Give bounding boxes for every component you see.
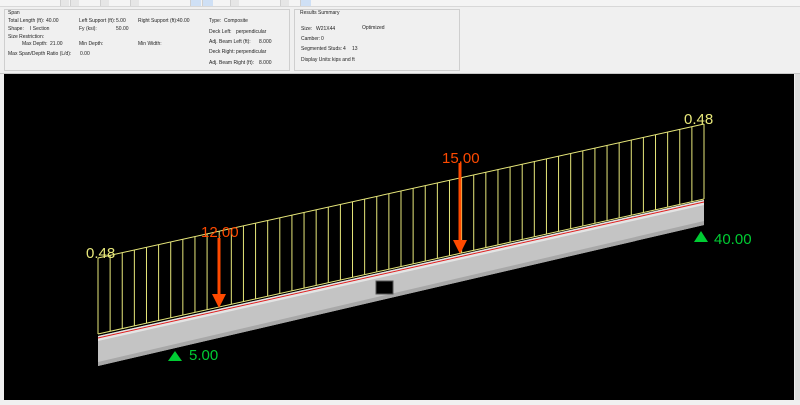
deck-left-value: perpendicular — [236, 29, 267, 35]
toolbar-button-view-1[interactable] — [190, 0, 201, 6]
max-depth-value: 21.00 — [50, 41, 63, 47]
segmented-studs-value-b: 13 — [352, 46, 358, 52]
camber-label: Camber: — [301, 36, 321, 42]
adj-beam-right-label: Adj. Beam Right (ft): — [209, 60, 255, 66]
deck-right-value: perpendicular — [236, 49, 267, 55]
toolbar-button-view-2[interactable] — [202, 0, 213, 6]
optimized-status: Optimized — [362, 25, 385, 31]
toolbar-button[interactable] — [100, 0, 109, 6]
web-opening — [375, 280, 394, 295]
support-left-label: 5.00 — [189, 347, 218, 364]
toolbar-button[interactable] — [130, 0, 139, 6]
fy-label: Fy (ksi): — [79, 26, 97, 32]
segmented-studs-value-a: 4 — [343, 46, 346, 52]
distributed-load-right-label: 0.48 — [684, 111, 713, 128]
support-right-icon — [694, 231, 708, 242]
max-span-depth-label: Max Span/Depth Ratio (L/d): — [8, 51, 72, 57]
fy-value: 50.00 — [116, 26, 129, 32]
min-depth-label: Min Depth: — [79, 41, 104, 47]
shape-value: I Section — [30, 26, 50, 32]
support-left-icon — [168, 351, 182, 361]
toolbar-button[interactable] — [280, 0, 289, 6]
type-label: Type: — [209, 18, 222, 24]
point-load-1-arrow — [212, 238, 226, 308]
adj-beam-right-value: 8.000 — [259, 60, 272, 66]
results-group-title: Results Summary — [300, 10, 340, 16]
shape-label: Shape: — [8, 26, 24, 32]
properties-panel: Span Total Length (ft): 40.00 Shape: I S… — [0, 7, 800, 74]
deck-left-label: Deck Left: — [209, 29, 232, 35]
right-support-value: 40.00 — [177, 18, 190, 24]
left-support-value: 5.00 — [116, 18, 126, 24]
beam-diagram-viewport[interactable]: 0.48 0.48 12.00 15.00 5.00 40.00 — [4, 74, 794, 400]
beam-diagram[interactable]: 0.48 0.48 12.00 15.00 5.00 40.00 — [4, 74, 794, 400]
segmented-studs-label: Segmented Studs: — [301, 46, 343, 52]
type-value: Composite — [224, 18, 248, 24]
total-length-value: 40.00 — [46, 18, 59, 24]
max-depth-label: Max Depth: — [22, 41, 48, 47]
adj-beam-left-label: Adj. Beam Left (ft): — [209, 39, 251, 45]
max-span-depth-value: 0.00 — [80, 51, 90, 57]
distributed-load-left-label: 0.48 — [86, 245, 115, 262]
deck-right-label: Deck Right: — [209, 49, 235, 55]
toolbar-button[interactable] — [230, 0, 239, 6]
vertical-scrollbar[interactable] — [795, 74, 800, 400]
span-group-title: Span — [8, 10, 20, 16]
display-units-label: Display Units: — [301, 57, 332, 63]
camber-value: 0 — [321, 36, 324, 42]
size-value: W21X44 — [316, 26, 336, 32]
point-load-2-label: 15.00 — [442, 150, 480, 167]
point-load-1-label: 12.00 — [201, 224, 239, 241]
min-width-label: Min Width: — [138, 41, 162, 47]
support-right-label: 40.00 — [714, 231, 752, 248]
display-units-value: kips and ft — [332, 57, 355, 63]
left-support-label: Left Support (ft): — [79, 18, 116, 24]
adj-beam-left-value: 8.000 — [259, 39, 272, 45]
size-label: Size: — [301, 26, 313, 32]
toolbar-button-view-3[interactable] — [300, 0, 311, 6]
total-length-label: Total Length (ft): — [8, 18, 45, 24]
right-support-label: Right Support (ft): — [138, 18, 178, 24]
toolbar — [0, 0, 800, 7]
toolbar-button[interactable] — [60, 0, 69, 6]
toolbar-button[interactable] — [70, 0, 79, 6]
size-restriction-label: Size Restriction: — [8, 34, 45, 40]
